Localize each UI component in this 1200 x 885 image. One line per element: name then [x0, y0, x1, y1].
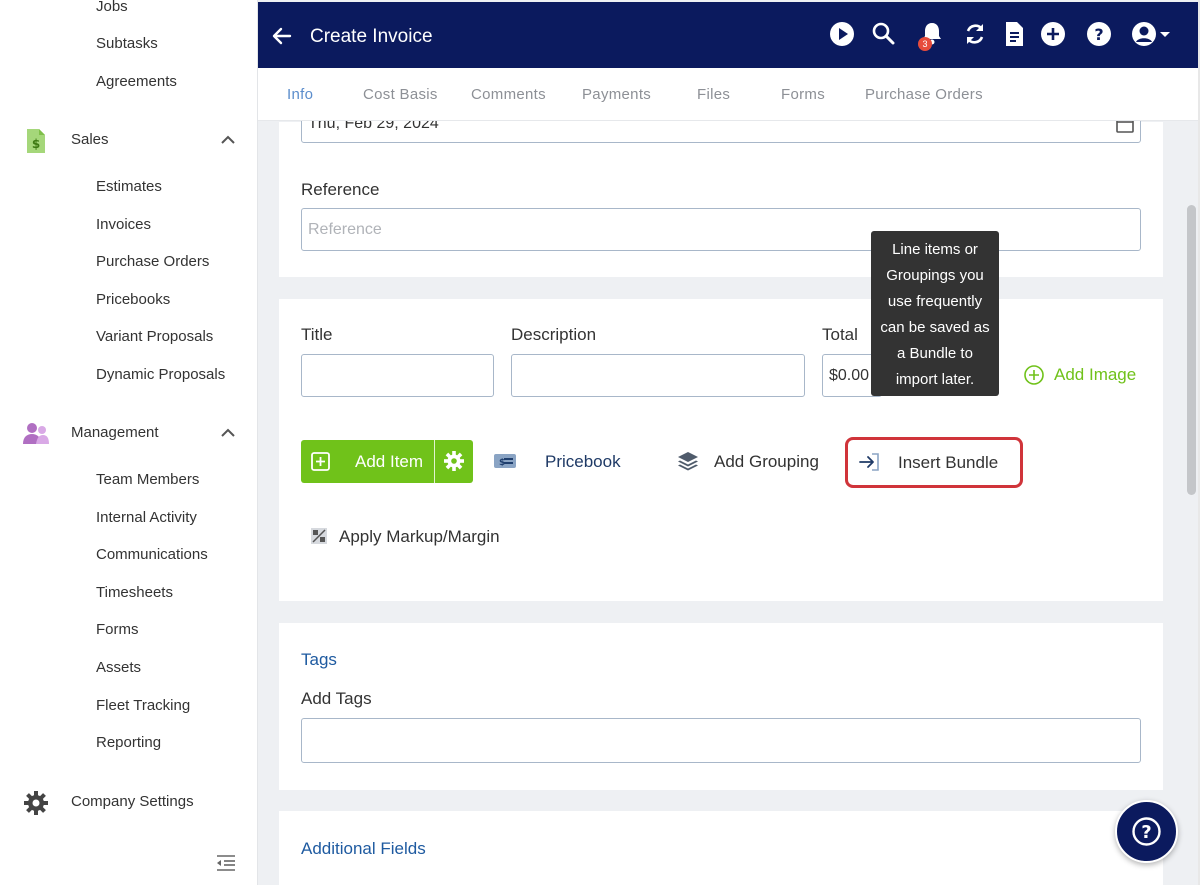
dollar-document-icon: $	[27, 129, 45, 153]
insert-bundle-tooltip: Line items or Groupings you use frequent…	[871, 231, 999, 396]
sidebar-item-subtasks[interactable]: Subtasks	[96, 35, 158, 52]
scrollbar-thumb[interactable]	[1187, 205, 1196, 495]
sidebar-item-jobs[interactable]: Jobs	[96, 0, 128, 15]
back-arrow-icon[interactable]	[270, 24, 294, 48]
tab-forms[interactable]: Forms	[781, 86, 825, 103]
split-divider	[434, 440, 435, 483]
notification-badge: 3	[918, 37, 932, 51]
tags-input[interactable]	[301, 718, 1141, 763]
users-icon	[23, 423, 49, 444]
sidebar-item-estimates[interactable]: Estimates	[96, 178, 162, 195]
add-item-button[interactable]: Add Item	[301, 440, 473, 483]
sidebar-item-company-settings[interactable]: Company Settings	[0, 782, 258, 822]
search-icon[interactable]	[870, 20, 898, 48]
gear-icon[interactable]	[443, 450, 465, 472]
sidebar-item-forms[interactable]: Forms	[96, 621, 139, 638]
svg-text:?: ?	[1094, 25, 1103, 44]
invoice-date-field[interactable]: Thu, Feb 29, 2024	[301, 108, 1141, 143]
add-circle-icon[interactable]	[1039, 20, 1067, 48]
sidebar-item-team-members[interactable]: Team Members	[96, 471, 199, 488]
title-label: Title	[301, 325, 333, 344]
sidebar-item-internal-activity[interactable]: Internal Activity	[96, 509, 197, 526]
sidebar-section-label: Management	[71, 424, 159, 441]
layers-icon	[678, 452, 698, 471]
markup-icon	[311, 528, 327, 544]
sidebar-item-communications[interactable]: Communications	[96, 546, 208, 563]
sidebar-item-timesheets[interactable]: Timesheets	[96, 584, 173, 601]
top-header: Create Invoice 3 ?	[258, 2, 1198, 68]
tooltip-line: can be saved as	[880, 319, 990, 336]
sidebar-section-label: Sales	[71, 131, 109, 148]
tab-info[interactable]: Info	[287, 86, 313, 103]
collapse-sidebar-icon[interactable]	[215, 853, 237, 873]
add-grouping-label: Add Grouping	[714, 452, 819, 471]
tab-cost-basis[interactable]: Cost Basis	[363, 86, 438, 103]
pricebook-button[interactable]: $ Pricebook	[493, 441, 633, 481]
tooltip-line: Groupings you	[886, 267, 984, 284]
tooltip-line: a Bundle to	[897, 345, 973, 362]
apply-markup-label: Apply Markup/Margin	[339, 527, 500, 546]
total-value: $0.00	[829, 366, 870, 384]
sidebar-section-sales[interactable]: $ Sales	[0, 120, 258, 160]
page-title: Create Invoice	[310, 26, 433, 47]
add-item-label: Add Item	[355, 452, 424, 471]
title-input[interactable]	[301, 354, 494, 397]
reference-input[interactable]	[301, 208, 1141, 251]
description-input[interactable]	[511, 354, 805, 397]
apply-markup-button[interactable]: Apply Markup/Margin	[309, 516, 509, 556]
help-icon: ?	[1132, 817, 1161, 846]
svg-text:?: ?	[1141, 822, 1151, 843]
document-icon[interactable]	[1000, 20, 1028, 48]
sidebar-item-pricebooks[interactable]: Pricebooks	[96, 291, 170, 308]
help-chat-button[interactable]: ?	[1115, 800, 1178, 863]
sidebar-item-fleet-tracking[interactable]: Fleet Tracking	[96, 697, 190, 714]
sidebar-item-purchase-orders[interactable]: Purchase Orders	[96, 253, 209, 270]
svg-text:$: $	[32, 137, 40, 151]
pricebook-label: Pricebook	[545, 452, 621, 471]
sidebar: Jobs Subtasks Agreements $ Sales Estimat…	[0, 0, 258, 885]
user-account-icon[interactable]	[1130, 20, 1174, 48]
sidebar-item-invoices[interactable]: Invoices	[96, 216, 151, 233]
tooltip-line: import later.	[895, 371, 975, 388]
pricebook-icon: $	[494, 454, 516, 468]
reference-label: Reference	[301, 180, 380, 199]
sidebar-item-label: Company Settings	[71, 793, 194, 810]
insert-bundle-highlight	[845, 437, 1023, 488]
tab-purchase-orders[interactable]: Purchase Orders	[865, 86, 983, 103]
add-image-label: Add Image	[1054, 365, 1137, 384]
add-tags-label: Add Tags	[301, 689, 372, 708]
chevron-up-icon[interactable]	[218, 130, 238, 150]
sidebar-item-reporting[interactable]: Reporting	[96, 734, 161, 751]
help-icon[interactable]: ?	[1085, 20, 1113, 48]
add-circle-icon	[1024, 365, 1044, 385]
gear-icon	[24, 791, 48, 815]
tab-payments[interactable]: Payments	[582, 86, 651, 103]
plus-square-icon	[311, 452, 330, 471]
tooltip-line: use frequently	[887, 293, 983, 310]
additional-fields-title[interactable]: Additional Fields	[301, 839, 426, 859]
sidebar-item-dynamic-proposals[interactable]: Dynamic Proposals	[96, 366, 225, 383]
invoice-date-value: Thu, Feb 29, 2024	[308, 115, 439, 132]
tags-section-title: Tags	[301, 650, 337, 669]
play-icon[interactable]	[828, 20, 856, 48]
description-label: Description	[511, 325, 597, 344]
total-label: Total	[822, 325, 858, 344]
calendar-icon[interactable]	[1116, 115, 1134, 133]
sidebar-item-agreements[interactable]: Agreements	[96, 73, 177, 90]
sidebar-item-assets[interactable]: Assets	[96, 659, 141, 676]
add-grouping-button[interactable]: Add Grouping	[676, 441, 826, 481]
tab-comments[interactable]: Comments	[471, 86, 546, 103]
sidebar-item-variant-proposals[interactable]: Variant Proposals	[96, 328, 213, 345]
tab-files[interactable]: Files	[697, 86, 730, 103]
sidebar-section-management[interactable]: Management	[0, 413, 258, 453]
tags-card	[279, 623, 1163, 790]
tooltip-line: Line items or	[892, 241, 978, 258]
chevron-up-icon[interactable]	[218, 423, 238, 443]
sync-icon[interactable]	[961, 20, 989, 48]
invoice-info-card	[279, 122, 1163, 277]
